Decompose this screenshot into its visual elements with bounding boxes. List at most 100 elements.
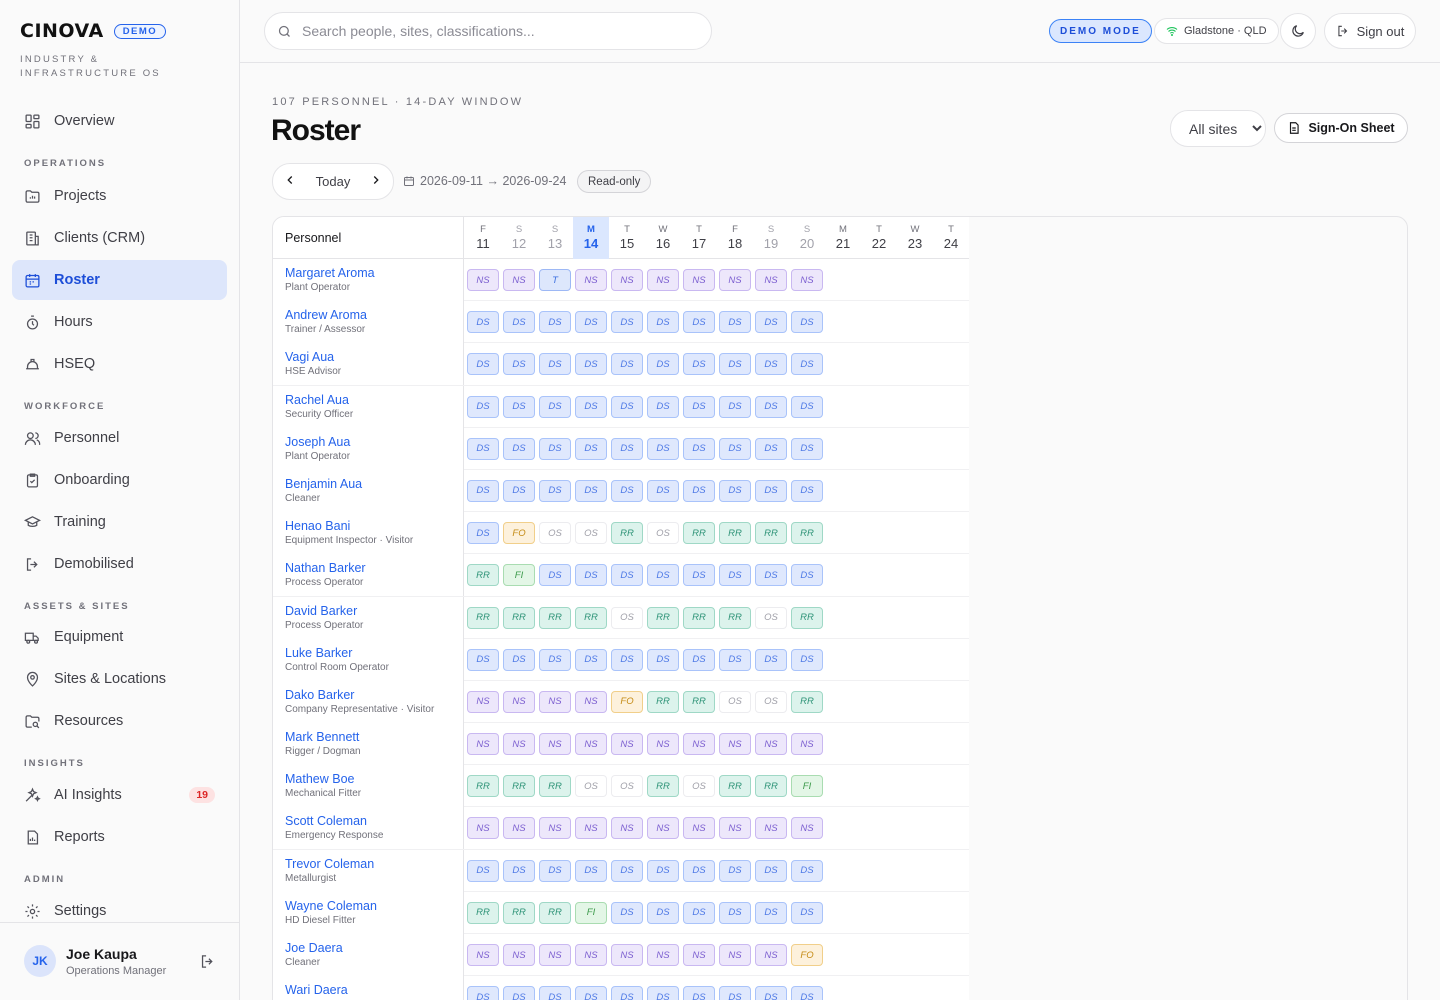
shift-cell[interactable]: RR <box>647 606 679 629</box>
personnel-name-link[interactable]: Wari Daera <box>285 983 463 997</box>
shift-cell[interactable]: DS <box>719 901 751 924</box>
shift-cell[interactable]: DS <box>539 564 571 587</box>
shift-cell[interactable]: DS <box>575 986 607 1000</box>
shift-cell[interactable]: RR <box>503 901 535 924</box>
shift-cell[interactable]: DS <box>683 311 715 334</box>
shift-cell[interactable]: NS <box>683 733 715 756</box>
shift-cell[interactable]: OS <box>755 606 787 629</box>
shift-cell[interactable]: RR <box>719 775 751 798</box>
shift-cell[interactable]: OS <box>539 522 571 545</box>
shift-cell[interactable]: DS <box>611 648 643 671</box>
shift-cell[interactable]: FI <box>575 901 607 924</box>
shift-cell[interactable]: DS <box>503 437 535 460</box>
shift-cell[interactable]: NS <box>719 817 751 840</box>
shift-cell[interactable]: NS <box>503 690 535 713</box>
shift-cell[interactable]: DS <box>611 986 643 1000</box>
shift-cell[interactable]: DS <box>539 437 571 460</box>
shift-cell[interactable]: NS <box>755 817 787 840</box>
shift-cell[interactable]: DS <box>647 986 679 1000</box>
site-filter-select[interactable]: All sites <box>1170 110 1266 147</box>
shift-cell[interactable]: DS <box>467 859 499 882</box>
shift-cell[interactable]: FO <box>791 944 823 966</box>
shift-cell[interactable]: DS <box>503 479 535 502</box>
sidebar-item-demobilised[interactable]: Demobilised <box>12 544 227 584</box>
today-button[interactable]: Today <box>316 174 351 189</box>
shift-cell[interactable]: NS <box>791 269 823 291</box>
search-input[interactable] <box>302 23 682 39</box>
shift-cell[interactable]: DS <box>791 859 823 882</box>
personnel-name-link[interactable]: David Barker <box>285 604 463 618</box>
sidebar-item-roster[interactable]: Roster <box>12 260 227 300</box>
shift-cell[interactable]: RR <box>683 522 715 545</box>
shift-cell[interactable]: NS <box>575 269 607 291</box>
shift-cell[interactable]: DS <box>503 986 535 1000</box>
shift-cell[interactable]: NS <box>539 944 571 966</box>
shift-cell[interactable]: DS <box>539 648 571 671</box>
shift-cell[interactable]: NS <box>503 817 535 840</box>
shift-cell[interactable]: RR <box>755 775 787 798</box>
shift-cell[interactable]: OS <box>647 522 679 545</box>
shift-cell[interactable]: NS <box>503 944 535 966</box>
sign-on-sheet-button[interactable]: Sign-On Sheet <box>1274 113 1408 143</box>
shift-cell[interactable]: DS <box>683 986 715 1000</box>
shift-cell[interactable]: NS <box>539 690 571 713</box>
shift-cell[interactable]: DS <box>719 311 751 334</box>
shift-cell[interactable]: NS <box>755 269 787 291</box>
shift-cell[interactable]: NS <box>467 269 499 291</box>
shift-cell[interactable]: NS <box>791 733 823 756</box>
shift-cell[interactable]: FO <box>611 690 643 713</box>
shift-cell[interactable]: DS <box>503 311 535 334</box>
shift-cell[interactable]: OS <box>611 606 643 629</box>
next-period-button[interactable] <box>369 173 383 190</box>
shift-cell[interactable]: RR <box>467 775 499 798</box>
personnel-name-link[interactable]: Mark Bennett <box>285 730 463 744</box>
shift-cell[interactable]: NS <box>467 733 499 756</box>
sidebar-item-ai-insights[interactable]: AI Insights 19 <box>12 775 227 815</box>
shift-cell[interactable]: DS <box>647 648 679 671</box>
personnel-name-link[interactable]: Andrew Aroma <box>285 308 463 322</box>
shift-cell[interactable]: NS <box>647 269 679 291</box>
shift-cell[interactable]: DS <box>791 564 823 587</box>
shift-cell[interactable]: RR <box>467 901 499 924</box>
shift-cell[interactable]: DS <box>539 395 571 418</box>
sidebar-item-onboarding[interactable]: Onboarding <box>12 460 227 500</box>
shift-cell[interactable]: DS <box>791 479 823 502</box>
personnel-name-link[interactable]: Nathan Barker <box>285 561 463 575</box>
shift-cell[interactable]: DS <box>575 564 607 587</box>
shift-cell[interactable]: NS <box>755 944 787 966</box>
shift-cell[interactable]: DS <box>611 479 643 502</box>
shift-cell[interactable]: DS <box>791 986 823 1000</box>
shift-cell[interactable]: RR <box>539 606 571 629</box>
theme-toggle-button[interactable] <box>1280 13 1316 49</box>
shift-cell[interactable]: DS <box>611 437 643 460</box>
shift-cell[interactable]: NS <box>647 733 679 756</box>
shift-cell[interactable]: DS <box>755 311 787 334</box>
shift-cell[interactable]: DS <box>467 311 499 334</box>
shift-cell[interactable]: DS <box>467 479 499 502</box>
personnel-column-header[interactable]: Personnel <box>273 217 464 259</box>
shift-cell[interactable]: DS <box>467 986 499 1000</box>
shift-cell[interactable]: DS <box>647 479 679 502</box>
shift-cell[interactable]: DS <box>467 522 499 545</box>
shift-cell[interactable]: DS <box>755 479 787 502</box>
shift-cell[interactable]: NS <box>503 733 535 756</box>
shift-cell[interactable]: RR <box>647 690 679 713</box>
shift-cell[interactable]: DS <box>611 395 643 418</box>
shift-cell[interactable]: NS <box>791 817 823 840</box>
sidebar-item-hours[interactable]: Hours <box>12 302 227 342</box>
shift-cell[interactable]: NS <box>575 690 607 713</box>
shift-cell[interactable]: NS <box>575 733 607 756</box>
shift-cell[interactable]: RR <box>647 775 679 798</box>
shift-cell[interactable]: RR <box>503 775 535 798</box>
shift-cell[interactable]: DS <box>791 353 823 376</box>
shift-cell[interactable]: T <box>539 269 571 291</box>
shift-cell[interactable]: RR <box>683 606 715 629</box>
sidebar-item-training[interactable]: Training <box>12 502 227 542</box>
personnel-name-link[interactable]: Scott Coleman <box>285 814 463 828</box>
shift-cell[interactable]: DS <box>719 564 751 587</box>
shift-cell[interactable]: OS <box>575 775 607 798</box>
shift-cell[interactable]: RR <box>791 690 823 713</box>
shift-cell[interactable]: DS <box>575 311 607 334</box>
shift-cell[interactable]: DS <box>683 859 715 882</box>
shift-cell[interactable]: DS <box>575 648 607 671</box>
